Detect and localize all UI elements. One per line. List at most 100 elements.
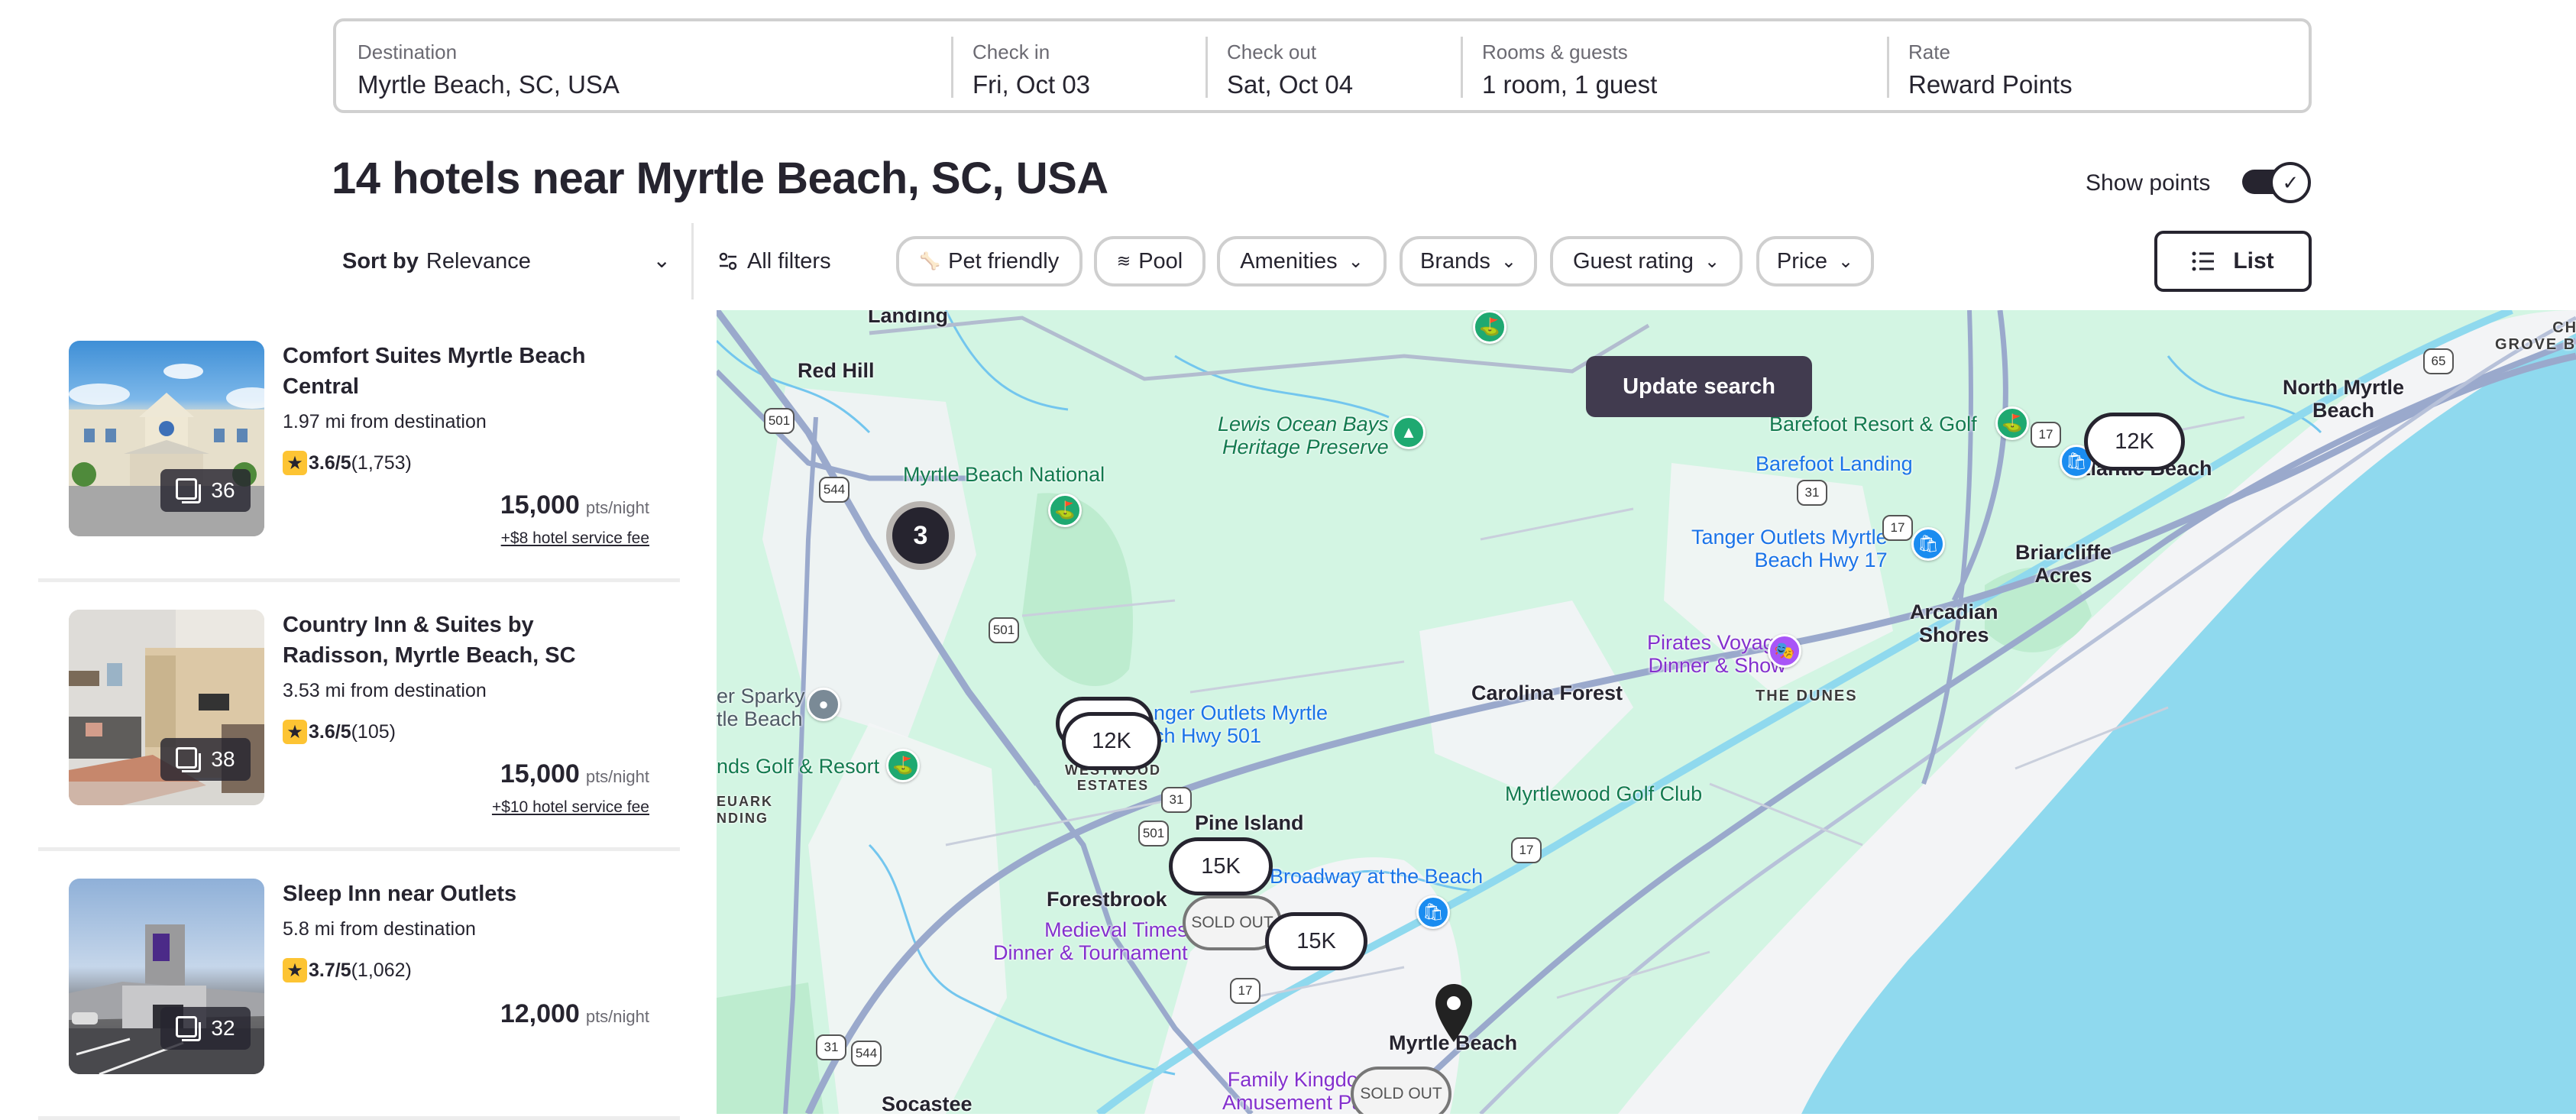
rating-value: 3.6/5 [309, 452, 351, 474]
theater-icon[interactable]: 🎭 [1768, 634, 1801, 668]
filter-chip-pet-friendly[interactable]: 🦴 Pet friendly [896, 236, 1083, 286]
show-points-label: Show points [2086, 170, 2211, 196]
hotel-cluster-marker[interactable]: 3 [886, 501, 955, 570]
shopping-bag-icon[interactable]: 🛍 [1416, 895, 1450, 929]
sort-value: Relevance [426, 248, 531, 274]
gallery-icon [176, 478, 202, 503]
map-base-layer [717, 310, 2576, 1114]
tree-icon[interactable]: ▲ [1392, 416, 1426, 449]
hotel-rating: ★ 3.7/5 (1,062) [283, 958, 412, 982]
check-out-field[interactable]: Check out Sat, Oct 04 [1205, 21, 1461, 110]
filter-chip-guest-rating[interactable]: Guest rating ⌄ [1550, 236, 1743, 286]
service-fee-link[interactable]: +$10 hotel service fee [492, 798, 649, 817]
destination-value: Myrtle Beach, SC, USA [358, 70, 620, 99]
service-fee-link[interactable]: +$8 hotel service fee [501, 529, 649, 548]
price-unit: pts/night [585, 1007, 649, 1026]
price-unit: pts/night [585, 767, 649, 786]
price-value: 15,000 [500, 759, 580, 788]
golf-icon[interactable]: ⛳ [886, 749, 920, 782]
paw-icon: 🦴 [919, 251, 941, 270]
route-shield: 544 [851, 1041, 882, 1067]
sort-prefix: Sort by [342, 248, 419, 274]
destination-pin-icon [1435, 984, 1472, 1042]
all-filters-button[interactable]: All filters [718, 237, 831, 286]
map-label: EUARK NDING [717, 794, 774, 826]
hotel-name[interactable]: Country Inn & Suites by Radisson, Myrtle… [283, 610, 634, 671]
hotel-distance: 3.53 mi from destination [283, 680, 487, 701]
check-icon: ✓ [2270, 162, 2312, 203]
hotel-card[interactable]: 32 Sleep Inn near Outlets 5.8 mi from de… [38, 851, 680, 1120]
golf-icon[interactable]: ⛳ [1048, 494, 1082, 527]
sold-out-pin[interactable]: SOLD OUT [1351, 1067, 1451, 1114]
star-icon: ★ [283, 451, 307, 475]
rooms-guests-field[interactable]: Rooms & guests 1 room, 1 guest [1461, 21, 1887, 110]
list-icon [2192, 251, 2215, 271]
filter-chip-amenities[interactable]: Amenities ⌄ [1217, 236, 1387, 286]
hotel-card[interactable]: 36 Comfort Suites Myrtle Beach Central 1… [38, 313, 680, 582]
rate-field[interactable]: Rate Reward Points [1887, 21, 2309, 110]
chip-label: Pool [1138, 248, 1183, 274]
review-count: (105) [351, 720, 396, 743]
hotel-name[interactable]: Sleep Inn near Outlets [283, 879, 634, 909]
map[interactable]: Landing Red Hill Myrtle Beach National L… [717, 310, 2576, 1114]
price-value: 12,000 [500, 999, 580, 1028]
filter-chip-price[interactable]: Price ⌄ [1756, 236, 1874, 286]
page-title: 14 hotels near Myrtle Beach, SC, USA [332, 154, 1108, 203]
filter-chip-pool[interactable]: ≋ Pool [1094, 236, 1205, 286]
chevron-down-icon: ⌄ [1500, 251, 1516, 272]
route-shield: 65 [2423, 348, 2454, 374]
price-pin[interactable]: 15K [1265, 912, 1367, 970]
route-shield: 501 [764, 408, 794, 434]
check-in-field[interactable]: Check in Fri, Oct 03 [951, 21, 1205, 110]
rooms-guests-label: Rooms & guests [1482, 40, 1628, 63]
golf-icon[interactable]: ⛳ [1995, 406, 2029, 440]
hotel-name[interactable]: Comfort Suites Myrtle Beach Central [283, 341, 634, 402]
review-count: (1,753) [351, 452, 412, 474]
map-label: er Sparky tle Beach [717, 685, 805, 730]
pool-icon: ≋ [1116, 251, 1131, 270]
map-label: Arcadian Shores [1910, 600, 1998, 646]
map-label: Landing [868, 310, 948, 327]
sort-dropdown[interactable]: Sort by Relevance ⌄ [342, 237, 671, 286]
photo-count: 36 [211, 478, 235, 502]
all-filters-label: All filters [747, 248, 831, 274]
list-label: List [2233, 248, 2274, 274]
photo-count-badge: 38 [160, 738, 251, 781]
route-shield: 544 [819, 477, 849, 503]
place-icon[interactable]: ● [807, 688, 840, 721]
update-search-button[interactable]: Update search [1586, 356, 1812, 417]
map-label: Forestbrook [1047, 888, 1167, 911]
list-view-button[interactable]: List [2154, 231, 2312, 292]
show-points-toggle[interactable]: ✓ [2241, 162, 2312, 205]
shopping-bag-icon[interactable]: 🛍 [1911, 527, 1945, 561]
golf-icon[interactable]: ⛳ [1473, 310, 1506, 344]
hotel-card[interactable]: 38 Country Inn & Suites by Radisson, Myr… [38, 582, 680, 851]
check-out-value: Sat, Oct 04 [1227, 70, 1354, 99]
map-label: Pine Island [1195, 811, 1304, 834]
chevron-down-icon: ⌄ [652, 248, 671, 272]
price-pin[interactable]: 12K [2084, 413, 2185, 471]
rating-value: 3.7/5 [309, 959, 351, 981]
destination-field[interactable]: Destination Myrtle Beach, SC, USA [336, 21, 951, 110]
hotel-price: 12,000 pts/night [500, 999, 649, 1029]
gallery-icon [176, 747, 202, 772]
route-shield: 17 [1230, 978, 1260, 1004]
hotel-rating: ★ 3.6/5 (1,753) [283, 451, 412, 475]
hotel-photo[interactable]: 32 [69, 879, 264, 1074]
map-label: Red Hill [798, 359, 875, 382]
hotel-price: 15,000 pts/night [500, 759, 649, 789]
map-label: Barefoot Landing [1756, 452, 1913, 475]
hotel-photo[interactable]: 36 [69, 341, 264, 536]
price-pin[interactable]: 12K [1062, 712, 1161, 770]
route-shield: 17 [2031, 422, 2061, 448]
hotel-photo[interactable]: 38 [69, 610, 264, 805]
check-in-label: Check in [972, 40, 1050, 63]
photo-count: 32 [211, 1016, 235, 1040]
filter-chip-brands[interactable]: Brands ⌄ [1400, 236, 1537, 286]
map-label: Carolina Forest [1471, 681, 1623, 704]
show-points-control: Show points ✓ [2086, 162, 2312, 205]
price-pin[interactable]: 15K [1169, 837, 1273, 895]
route-shield: 31 [1161, 787, 1192, 813]
map-label: Myrtlewood Golf Club [1505, 782, 1703, 805]
hotel-price: 15,000 pts/night [500, 490, 649, 520]
